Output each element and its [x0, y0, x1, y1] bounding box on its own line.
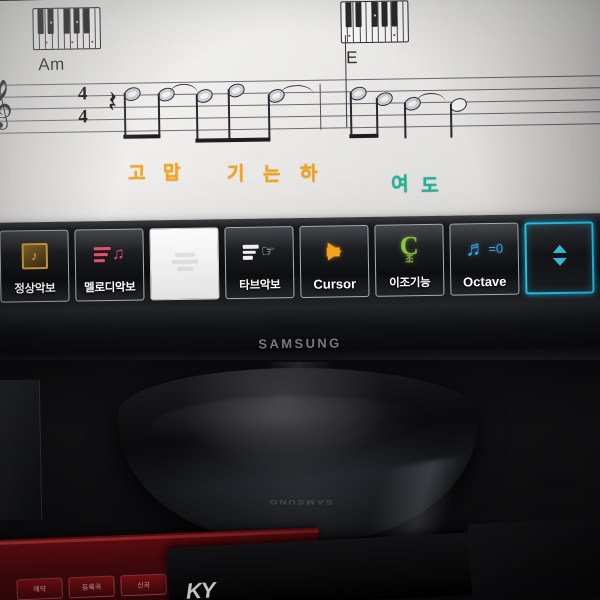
- stand-gloss-highlight: [150, 396, 450, 460]
- photo-scene: ● ● ● ● ● Am ● ● ● E 𝄞 4 4 𝄽 고 맙 기 는 하 여…: [0, 0, 600, 600]
- chord-name-label: Am: [38, 54, 65, 75]
- piano-keyboard-icon: ● ● ● ● ●: [32, 7, 102, 51]
- piano-keyboard-icon: ● ● ●: [340, 0, 409, 44]
- lyric-syllable: 도: [421, 174, 439, 198]
- button-selected-score[interactable]: [149, 227, 220, 301]
- chord-diagram-e: ● ● ● E: [340, 0, 409, 68]
- chord-name-label: E: [346, 48, 359, 68]
- lyric-syllable: 고: [127, 162, 146, 185]
- button-up-down-stepper[interactable]: [524, 221, 595, 295]
- time-signature-numerator: 4: [77, 83, 88, 105]
- left-speaker-box: [0, 379, 43, 521]
- button-tab-score[interactable]: ☞ 타브악보: [224, 226, 295, 300]
- score-normal-icon: ♪: [0, 231, 68, 281]
- arrow-right-icon: [300, 226, 368, 277]
- transpose-sub-label: 조: [405, 254, 414, 265]
- button-label: 이조기능: [389, 274, 431, 290]
- karaoke-button[interactable]: 예약: [16, 577, 64, 600]
- button-normal-score[interactable]: ♪ 정상악보: [0, 229, 70, 303]
- lyric-syllable: 여: [391, 173, 409, 196]
- karaoke-button[interactable]: 신곡: [120, 573, 167, 597]
- button-label: 타브악보: [239, 277, 281, 292]
- karaoke-button[interactable]: 등록곡: [68, 575, 116, 599]
- chord-diagram-am: ● ● ● ● ● Am: [32, 7, 102, 75]
- quarter-rest-icon: 𝄽: [107, 84, 118, 121]
- right-dark-area: [467, 515, 600, 600]
- button-label: Octave: [462, 273, 507, 290]
- button-transpose[interactable]: C조 이조기능: [374, 223, 445, 297]
- lyric-syllable: 기: [226, 162, 245, 186]
- monitor-screen: ● ● ● ● ● Am ● ● ● E 𝄞 4 4 𝄽 고 맙 기 는 하 여…: [0, 0, 600, 229]
- treble-clef-icon: 𝄞: [0, 78, 14, 128]
- lyric-syllable: 는: [262, 163, 281, 186]
- button-melody-score[interactable]: ♫ 멜로디악보: [74, 228, 145, 302]
- button-label: 정상악보: [14, 280, 56, 296]
- button-label: Cursor: [313, 276, 357, 292]
- score-melody-icon: ♫: [75, 229, 143, 279]
- time-signature-denominator: 4: [78, 106, 88, 128]
- lyric-syllable: 맙: [162, 161, 181, 185]
- button-octave[interactable]: ♬ =0 Octave: [449, 222, 520, 296]
- score-ghost-icon: [150, 228, 218, 294]
- button-cursor[interactable]: Cursor: [299, 224, 370, 299]
- lyric-syllable: 하: [299, 162, 318, 186]
- music-staff: 𝄞 4 4 𝄽: [0, 35, 600, 147]
- up-down-arrows-icon: [526, 223, 592, 287]
- octave-value: =0: [488, 240, 504, 257]
- octave-note-icon: ♬ =0: [465, 237, 504, 261]
- transpose-c-icon: C조: [399, 230, 419, 265]
- karaoke-brand-logo: KY: [185, 577, 216, 600]
- score-tab-icon: ☞: [225, 227, 293, 277]
- sheet-music-area: ● ● ● ● ● Am ● ● ● E 𝄞 4 4 𝄽 고 맙 기 는 하 여…: [0, 0, 600, 229]
- monitor-brand-logo: SAMSUNG: [258, 335, 342, 352]
- button-label: 멜로디악보: [83, 279, 136, 295]
